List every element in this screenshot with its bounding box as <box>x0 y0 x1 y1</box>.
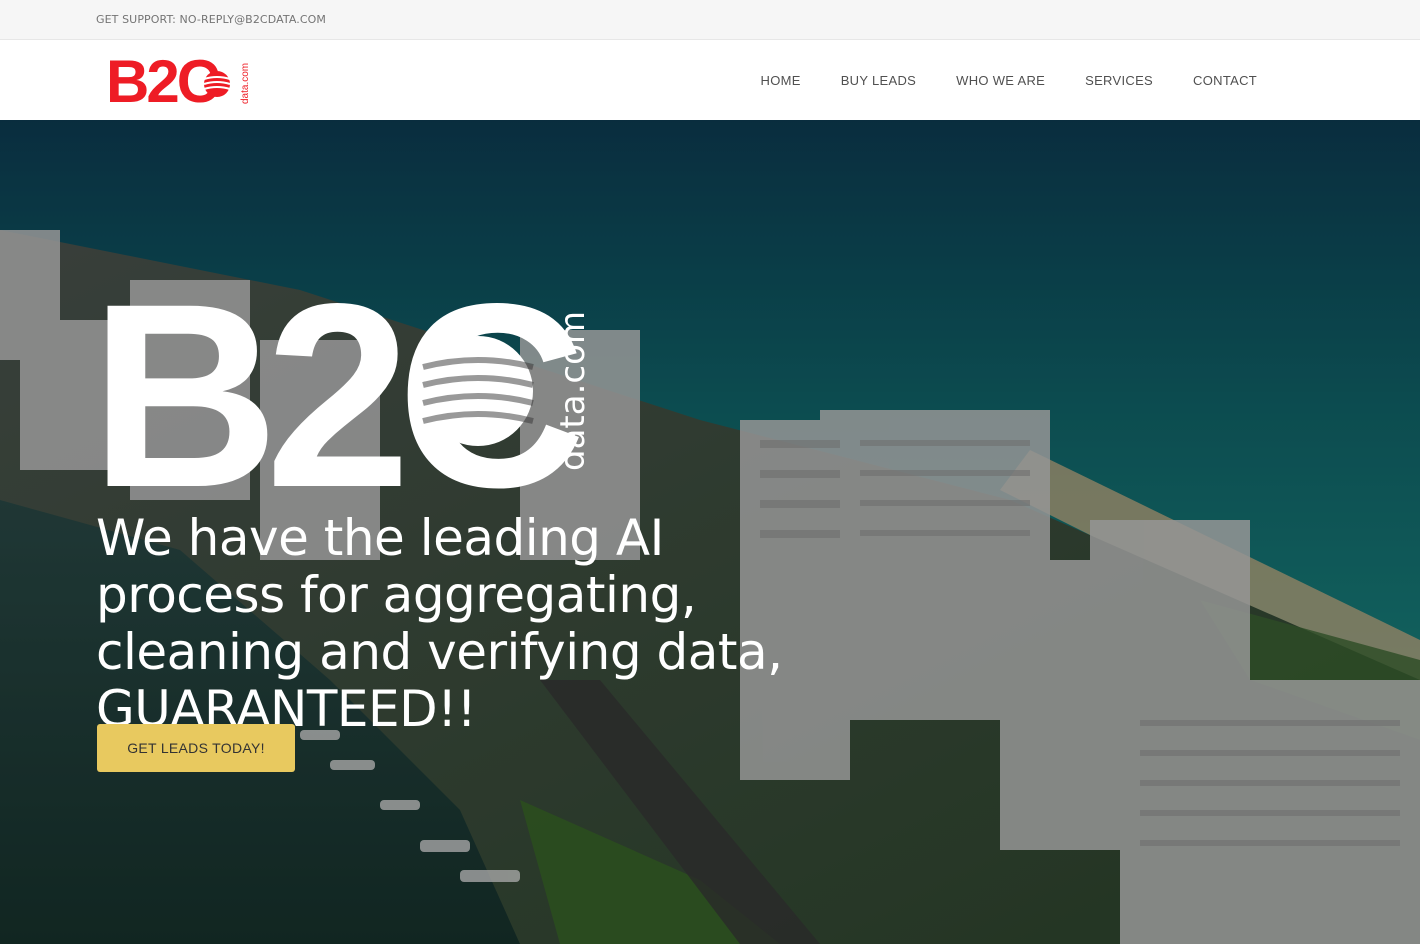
hero-headline: We have the leading AI process for aggre… <box>96 509 783 738</box>
main-nav: HOME BUY LEADS WHO WE ARE SERVICES CONTA… <box>721 40 1258 120</box>
nav-home[interactable]: HOME <box>761 73 801 88</box>
hero-section: B2C data.com We have the leading AI proc… <box>0 120 1420 944</box>
top-support-bar: GET SUPPORT: NO-REPLY@B2CDATA.COM <box>0 0 1420 40</box>
hero-globe-icon <box>422 336 534 446</box>
hero-logo: B2C data.com <box>96 283 595 493</box>
nav-services[interactable]: SERVICES <box>1085 73 1153 88</box>
site-header: B2C data.com HOME BUY LEADS WHO WE ARE S… <box>0 40 1420 120</box>
get-leads-button[interactable]: GET LEADS TODAY! <box>97 724 295 772</box>
svg-text:data.com: data.com <box>240 63 251 104</box>
svg-text:data.com: data.com <box>553 311 593 471</box>
support-email-text: GET SUPPORT: NO-REPLY@B2CDATA.COM <box>96 13 326 26</box>
globe-icon <box>203 71 231 97</box>
nav-who-we-are[interactable]: WHO WE ARE <box>956 73 1045 88</box>
nav-contact[interactable]: CONTACT <box>1193 73 1257 88</box>
nav-buy-leads[interactable]: BUY LEADS <box>841 73 916 88</box>
svg-text:B2C: B2C <box>106 48 219 112</box>
site-logo[interactable]: B2C data.com <box>104 48 254 112</box>
